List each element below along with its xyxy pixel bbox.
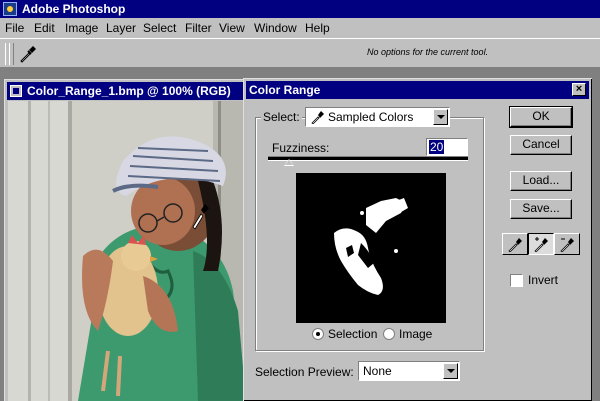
eyedropper-minus-icon bbox=[560, 238, 574, 252]
save-button[interactable]: Save... bbox=[510, 199, 572, 219]
eyedropper-minus-button[interactable] bbox=[554, 233, 580, 255]
image-radio-label[interactable]: Image bbox=[399, 327, 432, 341]
selection-preview-dropdown[interactable]: None bbox=[358, 361, 460, 381]
photo-girl-with-chick bbox=[8, 101, 246, 401]
eyedropper-icon bbox=[508, 238, 522, 252]
document-icon bbox=[10, 85, 22, 97]
eyedropper-tool-icon[interactable] bbox=[18, 44, 38, 64]
menu-bar: File Edit Image Layer Select Filter View… bbox=[0, 18, 600, 38]
document-title: Color_Range_1.bmp @ 100% (RGB) bbox=[27, 84, 231, 98]
chevron-down-icon[interactable] bbox=[443, 363, 458, 379]
menu-select[interactable]: Select bbox=[143, 21, 176, 35]
cancel-button[interactable]: Cancel bbox=[510, 135, 572, 155]
menu-view[interactable]: View bbox=[219, 21, 245, 35]
invert-checkbox[interactable] bbox=[510, 274, 523, 287]
invert-label[interactable]: Invert bbox=[528, 273, 558, 287]
options-hint-text: No options for the current tool. bbox=[367, 47, 489, 57]
app-title-bar: Adobe Photoshop bbox=[0, 0, 600, 18]
selection-radio-label[interactable]: Selection bbox=[328, 327, 377, 341]
photoshop-icon[interactable] bbox=[3, 2, 17, 16]
selection-preview-value: None bbox=[363, 364, 392, 378]
selection-mask bbox=[296, 173, 446, 323]
eyedropper-button[interactable] bbox=[502, 233, 528, 255]
options-bar: No options for the current tool. bbox=[0, 38, 600, 68]
select-value: Sampled Colors bbox=[328, 110, 414, 124]
menu-filter[interactable]: Filter bbox=[185, 21, 212, 35]
selection-radio[interactable] bbox=[312, 328, 324, 340]
load-button[interactable]: Load... bbox=[510, 171, 572, 191]
fuzziness-label: Fuzziness: bbox=[272, 141, 330, 155]
chevron-down-icon[interactable] bbox=[433, 109, 448, 125]
menu-help[interactable]: Help bbox=[305, 21, 330, 35]
options-grip-2[interactable] bbox=[9, 43, 14, 65]
menu-window[interactable]: Window bbox=[254, 21, 297, 35]
document-title-bar[interactable]: Color_Range_1.bmp @ 100% (RGB) bbox=[7, 82, 247, 100]
eyedropper-icon bbox=[311, 110, 325, 127]
close-button[interactable]: × bbox=[572, 83, 586, 96]
menu-layer[interactable]: Layer bbox=[106, 21, 136, 35]
eyedropper-plus-icon bbox=[534, 237, 548, 252]
image-radio[interactable] bbox=[383, 328, 395, 340]
app-title: Adobe Photoshop bbox=[22, 2, 126, 16]
menu-image[interactable]: Image bbox=[65, 21, 98, 35]
menu-edit[interactable]: Edit bbox=[34, 21, 55, 35]
dialog-title: Color Range bbox=[249, 83, 321, 97]
select-dropdown[interactable]: Sampled Colors bbox=[305, 107, 450, 127]
menu-file[interactable]: File bbox=[5, 21, 24, 35]
fuzziness-slider-thumb[interactable] bbox=[284, 159, 294, 166]
document-window[interactable]: Color_Range_1.bmp @ 100% (RGB) bbox=[4, 79, 250, 401]
dialog-title-bar[interactable]: Color Range × bbox=[246, 81, 589, 99]
eyedropper-plus-button[interactable] bbox=[528, 233, 554, 255]
select-label: Select: bbox=[261, 110, 302, 124]
ok-button[interactable]: OK bbox=[509, 106, 573, 128]
selection-preview-image[interactable] bbox=[296, 173, 446, 323]
document-canvas[interactable] bbox=[8, 101, 246, 401]
fuzziness-slider[interactable] bbox=[268, 156, 468, 161]
selection-preview-label: Selection Preview: bbox=[255, 365, 354, 379]
fuzziness-value: 20 bbox=[429, 140, 445, 154]
fuzziness-input[interactable]: 20 bbox=[426, 138, 468, 156]
